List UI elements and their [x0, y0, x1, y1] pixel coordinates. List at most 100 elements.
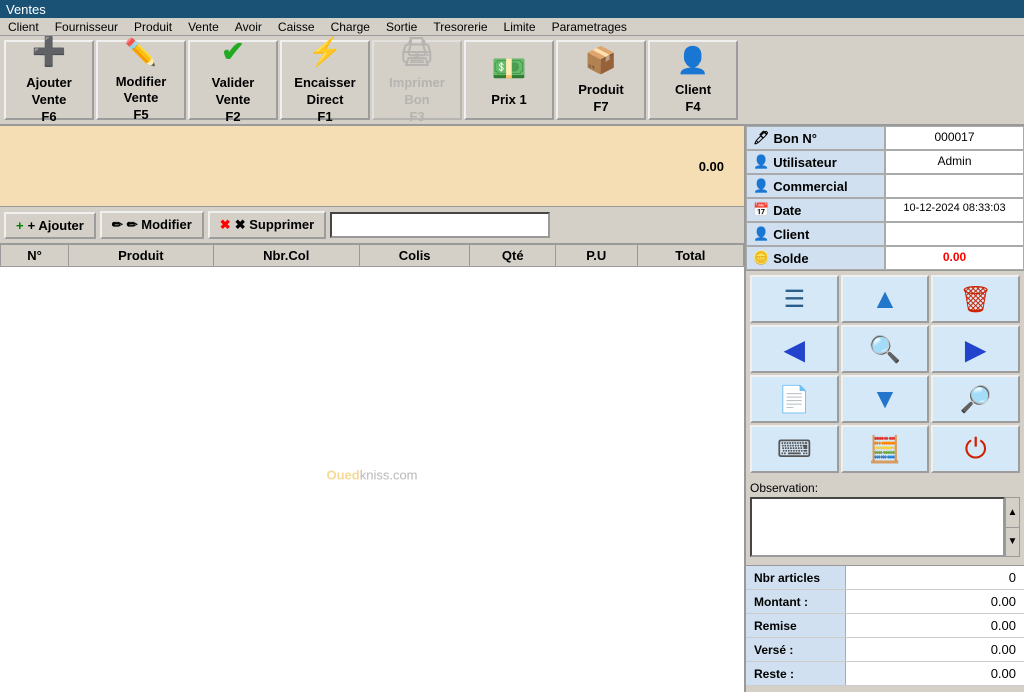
- nbr-articles-row: Nbr articles 0: [746, 566, 1024, 590]
- remise-row: Remise 0.00: [746, 614, 1024, 638]
- col-n: N°: [1, 245, 69, 267]
- actions-bar: + + Ajouter ✏ ✏ Modifier ✖ ✖ Supprimer: [0, 206, 744, 244]
- ajouter-button[interactable]: + + Ajouter: [4, 212, 96, 239]
- power-button[interactable]: ⏻: [931, 425, 1020, 473]
- zoom-button[interactable]: 🔎: [931, 375, 1020, 423]
- scroll-up-btn[interactable]: ▲: [1006, 498, 1019, 528]
- nbr-articles-value: 0: [846, 566, 1024, 589]
- client-toolbar-label: ClientF4: [675, 82, 711, 116]
- list-icon: ☰: [784, 285, 806, 314]
- forward-arrow-icon: ▶: [965, 333, 987, 366]
- valider-vente-button[interactable]: ✔ ValiderVenteF2: [188, 40, 278, 120]
- modifier-vente-label: ModifierVenteF5: [116, 74, 167, 125]
- client-value: [885, 222, 1024, 246]
- verse-row: Versé : 0.00: [746, 638, 1024, 662]
- menu-client[interactable]: Client: [0, 19, 47, 35]
- menu-caisse[interactable]: Caisse: [270, 19, 323, 35]
- imprimer-bon-label: ImprimerBonF3: [389, 75, 445, 126]
- money-icon: 💵: [492, 51, 527, 87]
- info-grid: 🖊 Bon N° 000017 👤 Utilisateur Admin 👤 Co…: [746, 126, 1024, 271]
- amount-display: 0.00: [0, 126, 744, 206]
- icon-button-grid: ☰ ▲ 🗑 ◀ 🔍 ▶ 📄 ▼ 🔎: [746, 271, 1024, 477]
- client-button[interactable]: 👤 ClientF4: [648, 40, 738, 120]
- magnify-icon: 🔍: [869, 334, 901, 365]
- valider-vente-label: ValiderVenteF2: [212, 75, 255, 126]
- menu-fournisseur[interactable]: Fournisseur: [47, 19, 126, 35]
- trash-icon: 🗑: [959, 284, 992, 315]
- search-input[interactable]: [330, 212, 550, 238]
- observation-textarea[interactable]: [750, 497, 1005, 557]
- observation-label: Observation:: [750, 481, 1020, 495]
- doc-button[interactable]: 📄: [750, 375, 839, 423]
- up-arrow-icon: ▲: [871, 283, 899, 315]
- keyboard-icon: ⌨: [777, 435, 812, 464]
- prix1-button[interactable]: 💵 Prix 1: [464, 40, 554, 120]
- produit-button[interactable]: 📦 ProduitF7: [556, 40, 646, 120]
- forward-button[interactable]: ▶: [931, 325, 1020, 373]
- menu-tresorerie[interactable]: Tresorerie: [425, 19, 495, 35]
- verse-label: Versé :: [746, 638, 846, 661]
- up-button[interactable]: ▲: [841, 275, 930, 323]
- power-icon: ⏻: [965, 433, 987, 466]
- back-button[interactable]: ◀: [750, 325, 839, 373]
- calendar-icon: 📅: [753, 202, 769, 218]
- bon-n-value: 000017: [885, 126, 1024, 150]
- modifier-icon: ✏: [112, 217, 123, 233]
- montant-label: Montant :: [746, 590, 846, 613]
- menu-produit[interactable]: Produit: [126, 19, 180, 35]
- list-button[interactable]: ☰: [750, 275, 839, 323]
- bon-n-label: 🖊 Bon N°: [746, 126, 885, 150]
- date-value: 10-12-2024 08:33:03: [885, 198, 1024, 222]
- montant-row: Montant : 0.00: [746, 590, 1024, 614]
- title-bar: Ventes: [0, 0, 1024, 18]
- remise-label: Remise: [746, 614, 846, 637]
- utilisateur-label: 👤 Utilisateur: [746, 150, 885, 174]
- summary-grid: Nbr articles 0 Montant : 0.00 Remise 0.0…: [746, 565, 1024, 686]
- menu-sortie[interactable]: Sortie: [378, 19, 425, 35]
- encaisser-direct-button[interactable]: ⚡ EncaisserDirectF1: [280, 40, 370, 120]
- table-container: N° Produit Nbr.Col Colis Qté P.U Total O…: [0, 244, 744, 692]
- ajouter-vente-button[interactable]: ➕ AjouterVenteF6: [4, 40, 94, 120]
- data-table: N° Produit Nbr.Col Colis Qté P.U Total: [0, 244, 744, 267]
- col-produit: Produit: [69, 245, 213, 267]
- zoom-icon: 🔎: [959, 384, 991, 415]
- menu-vente[interactable]: Vente: [180, 19, 227, 35]
- table-header-row: N° Produit Nbr.Col Colis Qté P.U Total: [1, 245, 744, 267]
- calculator-button[interactable]: 🧮: [841, 425, 930, 473]
- modifier-vente-button[interactable]: ✏️ ModifierVenteF5: [96, 40, 186, 120]
- scroll-down-btn[interactable]: ▼: [1006, 528, 1019, 557]
- right-panel: 🖊 Bon N° 000017 👤 Utilisateur Admin 👤 Co…: [746, 126, 1024, 692]
- menu-limite[interactable]: Limite: [496, 19, 544, 35]
- verse-value: 0.00: [846, 638, 1024, 661]
- imprimer-bon-button[interactable]: 🖨 ImprimerBonF3: [372, 40, 462, 120]
- solde-value: 0.00: [885, 246, 1024, 270]
- coin-icon: 🪙: [753, 250, 769, 266]
- back-arrow-icon: ◀: [784, 333, 806, 366]
- nbr-articles-label: Nbr articles: [746, 566, 846, 589]
- ajouter-label: + Ajouter: [28, 218, 84, 233]
- down-button[interactable]: ▼: [841, 375, 930, 423]
- keyboard-button[interactable]: ⌨: [750, 425, 839, 473]
- person-icon: 👤: [677, 44, 709, 78]
- modifier-button[interactable]: ✏ ✏ Modifier: [100, 211, 204, 239]
- commercial-value: [885, 174, 1024, 198]
- reste-value: 0.00: [846, 662, 1024, 685]
- pencil-icon: ✏️: [125, 36, 157, 70]
- remise-value: 0.00: [846, 614, 1024, 637]
- bolt-icon: ⚡: [308, 34, 343, 70]
- col-total: Total: [637, 245, 743, 267]
- menu-avoir[interactable]: Avoir: [227, 19, 270, 35]
- modifier-label: ✏ Modifier: [127, 217, 192, 233]
- supprimer-icon: ✖: [220, 217, 231, 233]
- prix1-label: Prix 1: [491, 92, 526, 109]
- observation-section: Observation: ▲ ▼: [746, 477, 1024, 561]
- menu-charge[interactable]: Charge: [323, 19, 378, 35]
- left-panel: 0.00 + + Ajouter ✏ ✏ Modifier ✖ ✖ Suppri…: [0, 126, 746, 692]
- search-button[interactable]: 🔍: [841, 325, 930, 373]
- toolbar: ➕ AjouterVenteF6 ✏️ ModifierVenteF5 ✔ Va…: [0, 36, 1024, 126]
- menu-parametrages[interactable]: Parametrages: [544, 19, 635, 35]
- down-arrow-icon: ▼: [871, 383, 899, 415]
- delete-button[interactable]: 🗑: [931, 275, 1020, 323]
- ajouter-icon: +: [16, 218, 24, 233]
- supprimer-button[interactable]: ✖ ✖ Supprimer: [208, 211, 326, 239]
